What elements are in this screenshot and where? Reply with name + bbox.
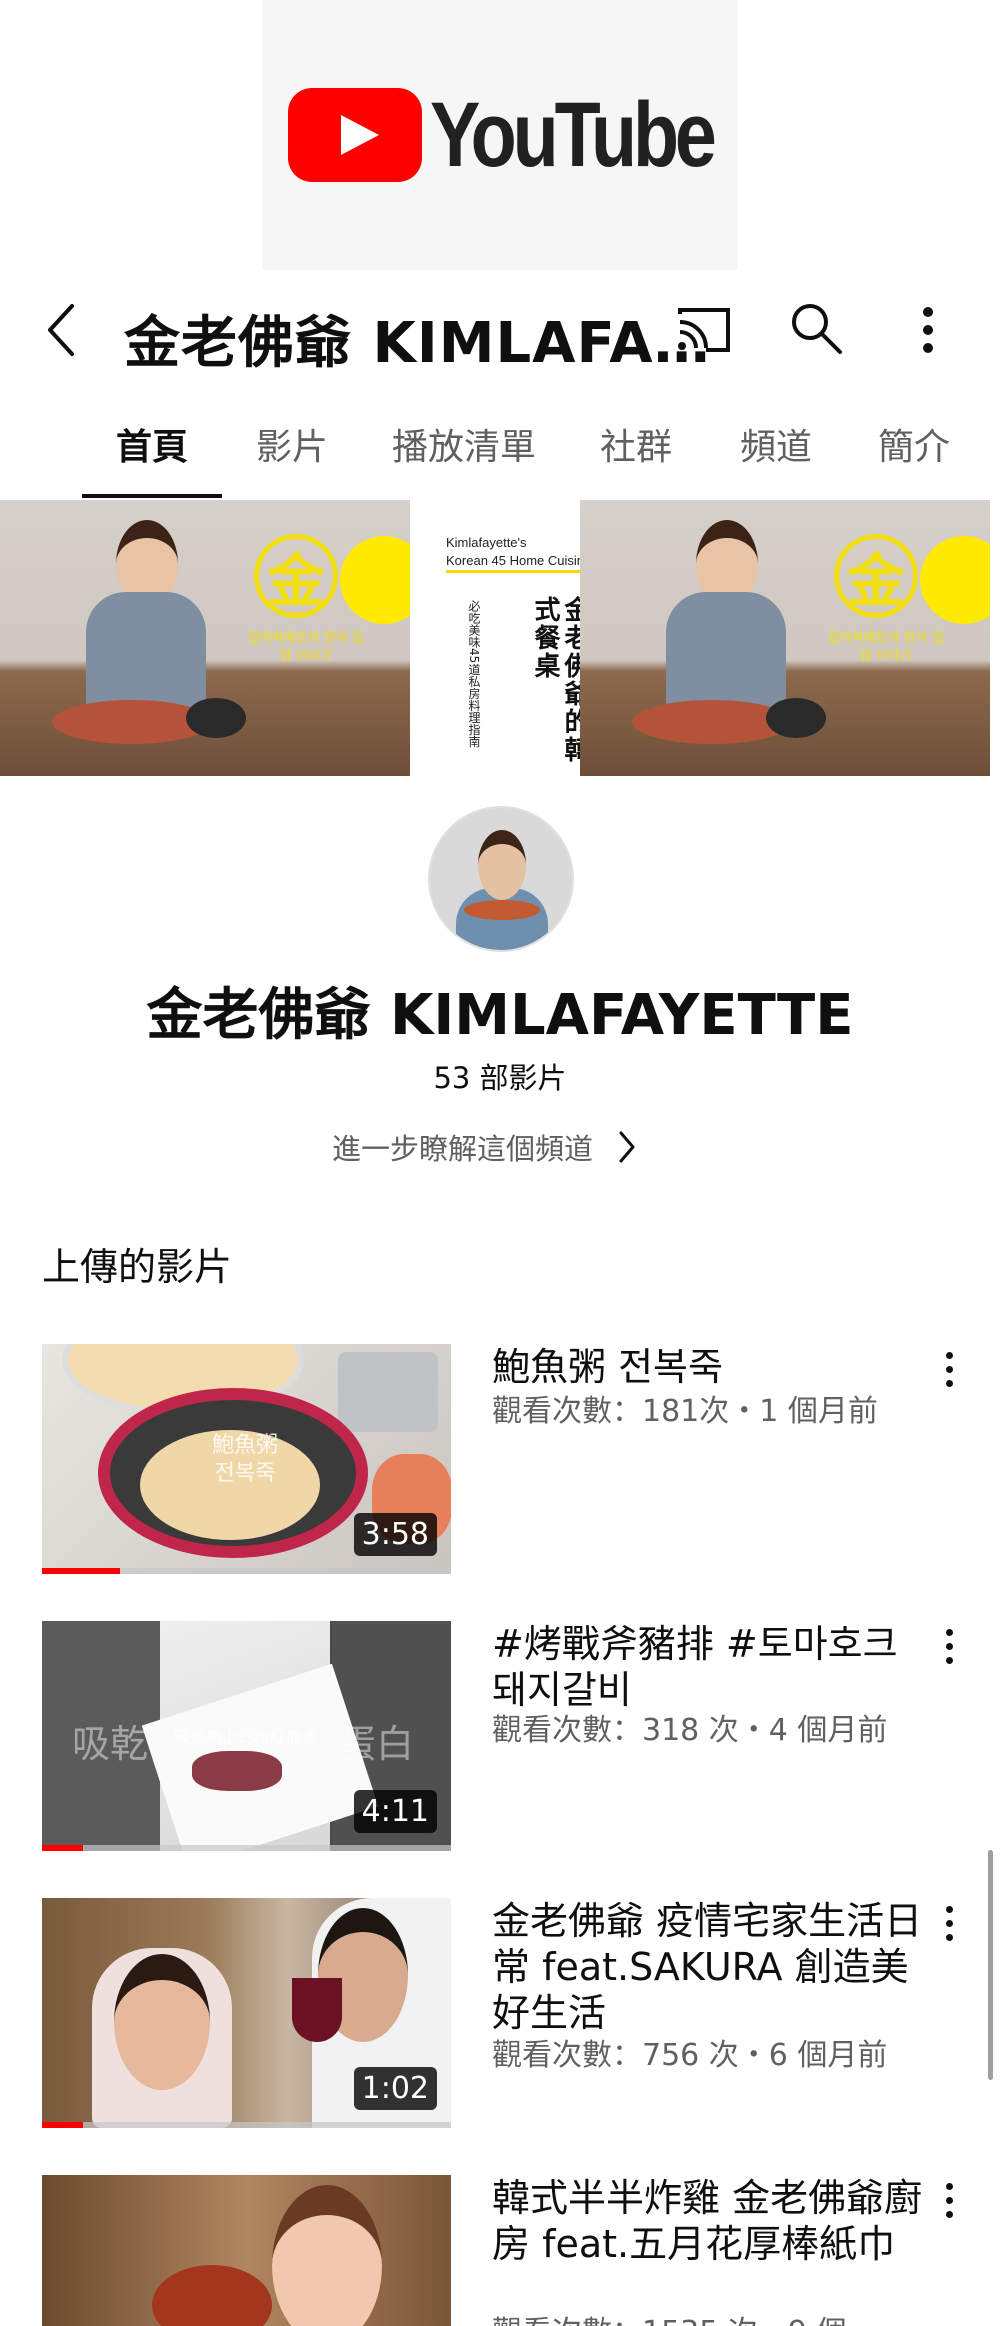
video-item[interactable]: 1:02 金老佛爺 疫情宅家生活日常 feat.SAKURA 創造美好生活 觀看… bbox=[0, 1898, 1000, 2130]
tab-playlists[interactable]: 播放清單 bbox=[392, 418, 536, 470]
gold-seal-logo: 金 bbox=[254, 534, 338, 618]
gold-seal-logo: 金 bbox=[834, 534, 918, 618]
duration-badge: 1:02 bbox=[353, 2067, 437, 2110]
thumbnail-caption: 吸乾肉上的粉紅血水 bbox=[174, 1727, 319, 1746]
learn-more-link[interactable]: 進一步瞭解這個頻道 bbox=[332, 1126, 637, 1168]
video-item[interactable]: 吸乾 蛋白 吸乾肉上的粉紅血水 4:11 #烤戰斧豬排 #토마호크돼지갈비 觀看… bbox=[0, 1621, 1000, 1853]
tab-about[interactable]: 簡介 bbox=[878, 418, 950, 470]
tab-videos[interactable]: 影片 bbox=[256, 418, 328, 470]
video-title[interactable]: #烤戰斧豬排 #토마호크돼지갈비 bbox=[492, 1621, 932, 1713]
active-tab-indicator bbox=[82, 494, 222, 498]
video-thumbnail[interactable]: 鮑魚粥 전복죽 3:58 bbox=[42, 1344, 451, 1574]
youtube-wordmark: YouTube bbox=[430, 84, 717, 186]
back-button[interactable] bbox=[38, 300, 88, 360]
channel-tabs: 首頁 影片 播放清單 社群 頻道 簡介 bbox=[0, 394, 1000, 500]
video-meta: 觀看次數：181次・1 個月前 bbox=[492, 1394, 878, 1429]
video-more-button[interactable] bbox=[936, 1629, 962, 1679]
more-vert-icon bbox=[936, 1352, 962, 1387]
video-count: 53 部影片 bbox=[433, 1061, 567, 1095]
banner-korean-subtitle: 킬라파예트의 한식 집밥 이야기 bbox=[248, 631, 364, 664]
duration-badge: 3:58 bbox=[353, 1513, 437, 1556]
search-button[interactable] bbox=[786, 298, 846, 358]
watch-progress-bar bbox=[42, 2122, 83, 2128]
channel-avatar[interactable] bbox=[428, 806, 574, 952]
chevron-right-icon bbox=[619, 1131, 635, 1163]
book-cover: Kimlafayette's Korean 45 Home Cuisine 金老… bbox=[410, 500, 592, 776]
learn-more-label: 進一步瞭解這個頻道 bbox=[332, 1132, 594, 1166]
thumbnail-overlay-text: 鮑魚粥 전복죽 bbox=[212, 1433, 279, 1486]
video-more-button[interactable] bbox=[936, 1906, 962, 1956]
channel-name: 金老佛爺 KIMLAFAYETTE bbox=[146, 983, 854, 1048]
cast-button[interactable] bbox=[672, 300, 736, 360]
uploads-section-title: 上傳的影片 bbox=[42, 1245, 233, 1289]
tab-community[interactable]: 社群 bbox=[600, 418, 672, 470]
video-title[interactable]: 鮑魚粥 전복죽 bbox=[492, 1344, 932, 1390]
video-more-button[interactable] bbox=[936, 1352, 962, 1402]
video-title[interactable]: 韓式半半炸雞 金老佛爺廚房 feat.五月花厚棒紙巾 bbox=[492, 2175, 932, 2267]
book-english-line1: Kimlafayette's bbox=[446, 535, 527, 550]
more-options-button[interactable] bbox=[906, 298, 950, 362]
book-english-line2: Korean 45 Home Cuisine bbox=[446, 552, 592, 573]
video-meta: 觀看次數：1535 次・9 個 bbox=[492, 2307, 942, 2326]
channel-header: 金老佛爺 KIMLAFA… bbox=[0, 270, 1000, 394]
play-logo-icon bbox=[288, 88, 422, 182]
video-thumbnail[interactable]: 1:02 bbox=[42, 1898, 451, 2128]
watch-progress-bar bbox=[42, 1568, 120, 1574]
back-icon bbox=[48, 304, 74, 356]
video-item[interactable]: 韓式半半炸雞 金老佛爺廚房 feat.五月花厚棒紙巾 觀看次數：1535 次・9… bbox=[0, 2175, 1000, 2326]
more-vert-icon bbox=[936, 2183, 962, 2218]
watch-progress-bar bbox=[42, 1845, 83, 1851]
search-icon bbox=[792, 304, 842, 354]
video-title[interactable]: 金老佛爺 疫情宅家生活日常 feat.SAKURA 創造美好生活 bbox=[492, 1898, 932, 2036]
banner-korean-subtitle: 킬라파예트의 한식 집밥 이야기 bbox=[828, 631, 944, 664]
more-vert-icon bbox=[936, 1906, 962, 1941]
cast-icon bbox=[678, 308, 730, 352]
tab-channels[interactable]: 頻道 bbox=[740, 418, 812, 470]
video-thumbnail[interactable]: 吸乾 蛋白 吸乾肉上的粉紅血水 4:11 bbox=[42, 1621, 451, 1851]
more-vert-icon bbox=[936, 1629, 962, 1664]
scrollbar[interactable] bbox=[988, 1850, 993, 2080]
book-subtitle: 必吃美味45道私房料理指南 bbox=[467, 600, 481, 748]
video-more-button[interactable] bbox=[936, 2183, 962, 2233]
channel-banner: 金 킬라파예트의 한식 집밥 이야기 Kimlafayette's Korean… bbox=[0, 500, 1000, 776]
video-thumbnail[interactable] bbox=[42, 2175, 451, 2326]
header-title: 金老佛爺 KIMLAFA… bbox=[124, 311, 711, 376]
video-meta: 觀看次數：756 次・6 個月前 bbox=[492, 2038, 888, 2073]
video-meta: 觀看次數：318 次・4 個月前 bbox=[492, 1713, 888, 1748]
video-item[interactable]: 鮑魚粥 전복죽 3:58 鮑魚粥 전복죽 觀看次數：181次・1 個月前 bbox=[0, 1344, 1000, 1576]
banner-photo-right: 金 킬라파예트의 한식 집밥 이야기 bbox=[580, 500, 990, 776]
tab-home[interactable]: 首頁 bbox=[116, 418, 188, 470]
duration-badge: 4:11 bbox=[353, 1790, 437, 1833]
more-vert-icon bbox=[923, 307, 933, 353]
youtube-logo: YouTube bbox=[288, 88, 775, 182]
banner-photo-left: 金 킬라파예트의 한식 집밥 이야기 bbox=[0, 500, 410, 776]
logo-band: YouTube bbox=[0, 0, 1000, 270]
